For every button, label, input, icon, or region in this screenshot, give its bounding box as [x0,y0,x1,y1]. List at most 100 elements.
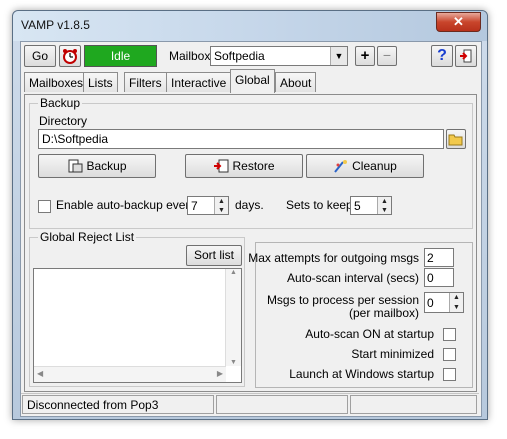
launch-startup-checkbox[interactable] [443,368,456,381]
alarm-clock-button[interactable] [59,45,81,67]
mailbox-label: Mailbox [169,49,211,63]
max-attempts-input[interactable]: 2 [424,248,454,267]
tab-about[interactable]: About [275,72,317,92]
start-minimized-checkbox[interactable] [443,348,456,361]
spin-buttons[interactable]: ▲ ▼ [377,197,391,214]
backup-icon [68,159,83,173]
alarm-clock-icon [63,49,77,64]
msgs-process-spinner[interactable]: 0 ▲ ▼ [424,292,464,313]
tab-label: Mailboxes [29,76,84,90]
msgs-process-label-line1: Msgs to process per session [266,293,419,307]
status-label: Idle [110,49,131,63]
sets-to-keep-label: Sets to keep [286,198,353,212]
spin-down-icon[interactable]: ▼ [215,206,228,215]
spin-buttons[interactable]: ▲ ▼ [449,293,463,312]
status-pane-3 [350,395,477,414]
scroll-up-icon[interactable]: ▲ [226,269,241,276]
restore-button[interactable]: Restore [185,154,303,178]
status-bar: Disconnected from Pop3 [21,393,479,416]
sort-list-button[interactable]: Sort list [186,245,242,266]
backup-button-label: Backup [86,159,127,173]
max-attempts-value: 2 [427,251,434,265]
reject-list-title: Global Reject List [38,230,137,244]
sets-to-keep-spinner[interactable]: 5 ▲ ▼ [350,196,392,215]
vertical-scrollbar[interactable]: ▲ ▼ [225,269,241,366]
scroll-left-icon[interactable]: ◀ [37,369,43,378]
chevron-down-icon[interactable]: ▼ [330,47,347,65]
autoscan-interval-input[interactable]: 0 [424,268,454,287]
tab-label: Lists [88,76,113,90]
msgs-process-label-line2: (per mailbox) [348,306,419,320]
spin-down-icon[interactable]: ▼ [450,303,463,313]
title-bar[interactable]: VAMP v1.8.5 ✕ [13,11,487,41]
window-title: VAMP v1.8.5 [21,18,90,32]
tab-mailboxes[interactable]: Mailboxes [24,72,89,92]
directory-label: Directory [39,114,88,128]
tab-label: Interactive [171,76,227,90]
start-minimized-label: Start minimized [351,347,434,361]
mailbox-select[interactable]: Softpedia ▼ [210,46,348,66]
status-indicator: Idle [84,45,157,67]
close-button[interactable]: ✕ [436,12,481,32]
cleanup-button-label: Cleanup [352,159,397,173]
reject-list-textarea[interactable]: ▲ ▼ ◀ ▶ [33,268,242,383]
status-pane-2 [216,395,348,414]
app-window: VAMP v1.8.5 ✕ Go Idle Mailbox Softpedia … [12,10,488,420]
tab-filters[interactable]: Filters [124,72,167,92]
spin-buttons[interactable]: ▲ ▼ [214,197,228,214]
browse-folder-button[interactable] [446,129,466,149]
tab-lists[interactable]: Lists [83,72,118,92]
plus-icon: + [360,47,370,64]
sort-list-label: Sort list [193,248,234,262]
auto-backup-label: Enable auto-backup every [56,198,196,212]
restore-icon [214,159,229,173]
tab-strip: Mailboxes Lists Filters Interactive Glob… [24,69,479,95]
scroll-right-icon[interactable]: ▶ [217,369,223,378]
auto-backup-checkbox[interactable] [38,200,51,213]
msgs-process-value: 0 [427,296,434,310]
tab-global[interactable]: Global [230,69,275,93]
directory-input-value: D:\Softpedia [42,132,109,146]
status-pane-main: Disconnected from Pop3 [22,395,214,414]
go-button[interactable]: Go [24,45,56,67]
days-label: days. [235,198,264,212]
auto-backup-days-spinner[interactable]: 7 ▲ ▼ [187,196,229,215]
folder-icon [448,134,463,146]
backup-group-title: Backup [38,96,83,110]
spin-up-icon[interactable]: ▲ [378,197,391,206]
horizontal-scrollbar[interactable]: ◀ ▶ [34,366,226,382]
minus-icon: − [382,47,392,63]
autoscan-startup-checkbox[interactable] [443,328,456,341]
autoscan-interval-value: 0 [427,271,434,285]
launch-startup-label: Launch at Windows startup [289,367,434,381]
tab-page-global: Backup Directory D:\Softpedia Backup Res… [24,94,477,392]
tab-interactive[interactable]: Interactive [166,72,232,92]
tab-label: Global [235,73,270,87]
directory-input[interactable]: D:\Softpedia [38,129,444,149]
settings-panel: Max attempts for outgoing msgs 2 Auto-sc… [248,242,473,388]
restore-button-label: Restore [232,159,275,173]
add-mailbox-button[interactable]: + [355,46,375,66]
cleanup-button[interactable]: Cleanup [306,154,424,178]
auto-backup-days-value: 7 [191,199,198,213]
remove-mailbox-button[interactable]: − [377,46,397,66]
close-icon: ✕ [453,14,464,29]
help-icon: ? [437,47,447,64]
autoscan-startup-label: Auto-scan ON at startup [305,327,434,341]
spin-up-icon[interactable]: ▲ [215,197,228,206]
autoscan-interval-label: Auto-scan interval (secs) [286,271,419,285]
max-attempts-label: Max attempts for outgoing msgs [248,251,419,265]
client-area: Go Idle Mailbox Softpedia ▼ + − ? Mailbo… [20,41,482,417]
reject-list-group: Global Reject List Sort list ▲ ▼ ◀ ▶ [29,230,245,387]
backup-button[interactable]: Backup [38,154,156,178]
go-button-label: Go [31,49,48,63]
mailbox-select-value: Softpedia [214,49,265,63]
spin-down-icon[interactable]: ▼ [378,206,391,215]
scroll-down-icon[interactable]: ▼ [226,359,241,366]
status-text: Disconnected from Pop3 [27,398,159,412]
cleanup-icon [334,160,348,173]
spin-up-icon[interactable]: ▲ [450,293,463,303]
exit-button[interactable] [455,45,477,67]
help-button[interactable]: ? [431,45,453,67]
backup-group: Backup Directory D:\Softpedia Backup Res… [29,96,473,229]
